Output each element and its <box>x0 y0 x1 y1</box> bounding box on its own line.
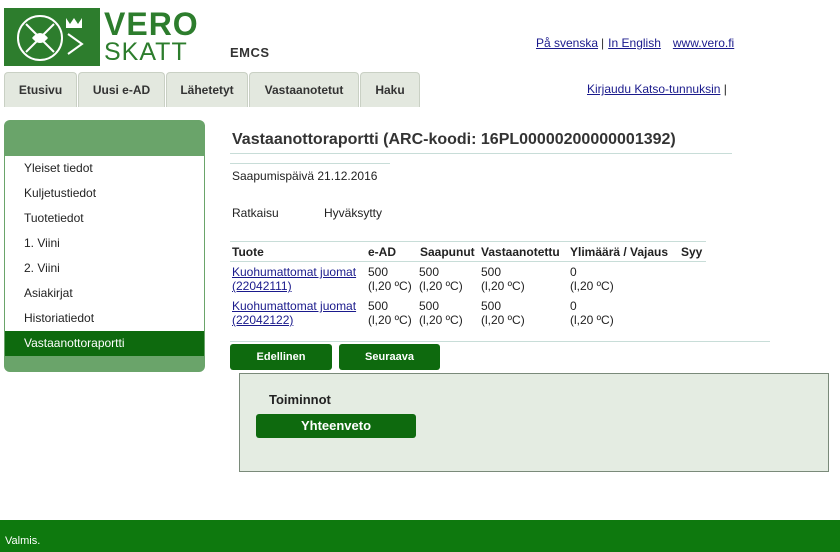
unit-label: (l,20 ºC) <box>570 313 614 327</box>
sidebar-item-yleiset-tiedot[interactable]: Yleiset tiedot <box>5 156 204 181</box>
actions-title: Toiminnot <box>269 392 331 407</box>
swedish-link[interactable]: På svenska <box>536 36 598 50</box>
summary-button[interactable]: Yhteenveto <box>256 414 416 438</box>
lion-crest-icon <box>17 15 84 61</box>
column-header-ead: e-AD <box>368 245 397 259</box>
product-code-link[interactable]: (22042111) <box>232 279 292 293</box>
tab-haku[interactable]: Haku <box>360 72 420 107</box>
page-title: Vastaanottoraportti (ARC-koodi: 16PL0000… <box>232 131 676 148</box>
ead-cell: 500 (l,20 ºC) <box>368 299 412 327</box>
product-code-link[interactable]: (22042122) <box>232 313 293 327</box>
status-bar: Valmis. <box>0 520 840 552</box>
app-title: EMCS <box>230 45 270 60</box>
tab-lahetetyt[interactable]: Lähetetyt <box>166 72 248 107</box>
difference-value: 0 <box>570 265 577 279</box>
difference-value: 0 <box>570 299 577 313</box>
english-link[interactable]: In English <box>608 36 661 50</box>
login-area: Kirjaudu Katso-tunnuksin | <box>587 82 727 96</box>
table-bottom-divider <box>230 341 770 342</box>
unit-label: (l,20 ºC) <box>481 279 525 293</box>
table-top-divider <box>230 241 706 242</box>
previous-button[interactable]: Edellinen <box>230 344 332 370</box>
decision-value: Hyväksytty <box>324 206 383 220</box>
logo-emblem <box>4 8 100 66</box>
arrival-divider <box>230 163 390 164</box>
tab-vastaanotetut[interactable]: Vastaanotetut <box>249 72 359 107</box>
product-cell: Kuohumattomat juomat (22042122) <box>232 299 356 327</box>
arrived-value: 500 <box>419 299 440 313</box>
decision-label: Ratkaisu <box>232 206 279 220</box>
actions-panel: Toiminnot Yhteenveto <box>239 373 829 472</box>
sidebar: Yleiset tiedot Kuljetustiedot Tuotetiedo… <box>4 120 205 372</box>
sidebar-header <box>4 120 205 156</box>
sidebar-item-historiatiedot[interactable]: Historiatiedot <box>5 306 204 331</box>
title-divider <box>230 153 732 154</box>
language-links: På svenska | In English www.vero.fi <box>536 36 734 50</box>
column-header-arrived: Saapunut <box>420 245 475 259</box>
sidebar-item-viini-2[interactable]: 2. Viini <box>5 256 204 281</box>
link-separator: | <box>601 36 605 50</box>
unit-label: (l,20 ºC) <box>481 313 525 327</box>
next-button[interactable]: Seuraava <box>339 344 440 370</box>
unit-label: (l,20 ºC) <box>368 279 412 293</box>
arrived-value: 500 <box>419 265 440 279</box>
ead-value: 500 <box>368 265 389 279</box>
vero-skatt-logo: VERO SKATT <box>4 6 198 66</box>
vero-site-link[interactable]: www.vero.fi <box>673 36 734 50</box>
arrival-date: Saapumispäivä 21.12.2016 <box>232 169 378 183</box>
sidebar-item-asiakirjat[interactable]: Asiakirjat <box>5 281 204 306</box>
ead-value: 500 <box>368 299 389 313</box>
received-cell: 500 (l,20 ºC) <box>481 265 525 293</box>
column-header-product: Tuote <box>232 245 264 259</box>
arrived-cell: 500 (l,20 ºC) <box>419 265 463 293</box>
product-link[interactable]: Kuohumattomat juomat <box>232 265 356 279</box>
difference-cell: 0 (l,20 ºC) <box>570 265 614 293</box>
tab-etusivu[interactable]: Etusivu <box>4 72 77 107</box>
logo-text-skatt: SKATT <box>104 38 188 66</box>
product-link[interactable]: Kuohumattomat juomat <box>232 299 356 313</box>
unit-label: (l,20 ºC) <box>570 279 614 293</box>
sidebar-menu: Yleiset tiedot Kuljetustiedot Tuotetiedo… <box>5 156 204 356</box>
column-header-difference: Ylimäärä / Vajaus <box>570 245 669 259</box>
received-value: 500 <box>481 265 502 279</box>
ead-cell: 500 (l,20 ºC) <box>368 265 412 293</box>
unit-label: (l,20 ºC) <box>419 313 463 327</box>
column-header-reason: Syy <box>681 245 703 259</box>
sidebar-item-viini-1[interactable]: 1. Viini <box>5 231 204 256</box>
sidebar-item-vastaanottoraportti[interactable]: Vastaanottoraportti <box>5 331 204 356</box>
sidebar-item-tuotetiedot[interactable]: Tuotetiedot <box>5 206 204 231</box>
received-cell: 500 (l,20 ºC) <box>481 299 525 327</box>
column-header-received: Vastaanotettu <box>481 245 560 259</box>
arrived-cell: 500 (l,20 ºC) <box>419 299 463 327</box>
tab-uusi-ead[interactable]: Uusi e-AD <box>78 72 165 107</box>
status-text: Valmis. <box>5 535 41 547</box>
header-divider <box>230 261 706 262</box>
received-value: 500 <box>481 299 502 313</box>
difference-cell: 0 (l,20 ºC) <box>570 299 614 327</box>
unit-label: (l,20 ºC) <box>419 279 463 293</box>
sidebar-item-kuljetustiedot[interactable]: Kuljetustiedot <box>5 181 204 206</box>
login-separator: | <box>723 82 727 96</box>
katso-login-link[interactable]: Kirjaudu Katso-tunnuksin <box>587 82 720 96</box>
unit-label: (l,20 ºC) <box>368 313 412 327</box>
product-cell: Kuohumattomat juomat (22042111) <box>232 265 356 293</box>
